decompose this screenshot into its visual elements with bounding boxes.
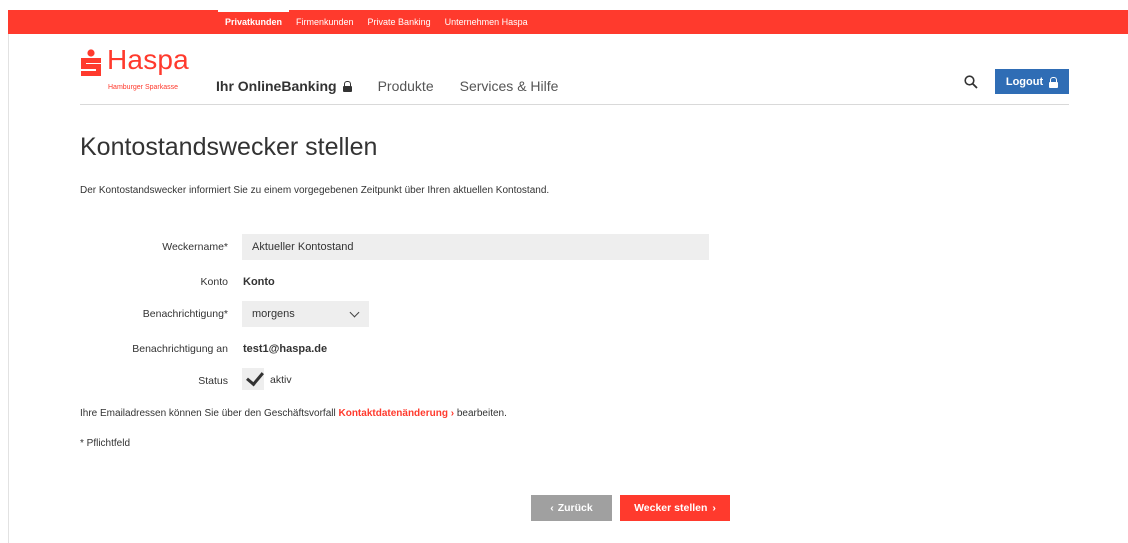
konto-value: Konto [243, 276, 275, 288]
lock-icon [1049, 76, 1059, 88]
back-button[interactable]: ‹ Zurück [531, 495, 612, 521]
page-title: Kontostandswecker stellen [80, 133, 378, 161]
info-suffix: bearbeiten. [456, 408, 507, 419]
nav-produkte[interactable]: Produkte [378, 78, 434, 94]
benachrichtigung-selected: morgens [252, 308, 295, 320]
benachrichtigung-an-value: test1@haspa.de [243, 343, 328, 355]
haspa-logo[interactable]: Haspa Hamburger Sparkasse [80, 44, 200, 97]
intro-text: Der Kontostandswecker informiert Sie zu … [80, 185, 550, 196]
chevron-left-icon: ‹ [550, 502, 554, 514]
status-label: Status [198, 375, 228, 387]
benachrichtigung-an-label: Benachrichtigung an [132, 343, 228, 355]
email-info-text: Ihre Emailadressen können Sie über den G… [80, 408, 507, 419]
nav-online-banking-label: Ihr OnlineBanking [216, 78, 337, 94]
kontaktdatenaenderung-link[interactable]: Kontaktdatenänderung › [338, 408, 454, 419]
chevron-down-icon [349, 307, 360, 318]
logo-subtitle: Hamburger Sparkasse [108, 84, 179, 91]
nav-online-banking[interactable]: Ihr OnlineBanking [216, 78, 352, 94]
search-icon[interactable] [964, 75, 978, 89]
konto-label: Konto [200, 276, 228, 288]
sparkasse-s-icon [81, 49, 101, 76]
wecker-stellen-button[interactable]: Wecker stellen › [620, 495, 730, 521]
benachrichtigung-label: Benachrichtigung* [142, 308, 228, 320]
weckername-label: Weckername* [162, 241, 228, 253]
weckername-input[interactable] [242, 234, 709, 260]
segment-unternehmen-haspa[interactable]: Unternehmen Haspa [438, 10, 535, 34]
segment-nav: Privatkunden Firmenkunden Private Bankin… [218, 10, 535, 34]
submit-label: Wecker stellen [634, 502, 708, 514]
segment-private-banking[interactable]: Private Banking [361, 10, 438, 34]
logo-wordmark: Haspa [107, 44, 189, 75]
header-divider [80, 104, 1069, 105]
logout-button[interactable]: Logout [995, 69, 1069, 94]
segment-privatkunden[interactable]: Privatkunden [218, 10, 290, 34]
checkmark-icon [246, 367, 264, 387]
required-note: * Pflichtfeld [80, 438, 131, 449]
status-checkbox-label: aktiv [270, 374, 292, 386]
logout-label: Logout [1005, 75, 1044, 88]
segment-firmenkunden[interactable]: Firmenkunden [289, 10, 361, 34]
back-label: Zurück [557, 502, 593, 514]
chevron-right-icon: › [712, 502, 716, 514]
main-nav: Ihr OnlineBanking Produkte Services & Hi… [216, 78, 558, 94]
top-bar: Privatkunden Firmenkunden Private Bankin… [8, 10, 1128, 34]
kontaktdatenaenderung-link-label: Kontaktdatenänderung [338, 408, 448, 419]
status-checkbox[interactable] [242, 367, 264, 390]
info-prefix: Ihre Emailadressen können Sie über den G… [80, 408, 336, 419]
lock-icon [342, 81, 352, 92]
nav-services-hilfe[interactable]: Services & Hilfe [460, 78, 559, 94]
benachrichtigung-select[interactable]: morgens [242, 301, 369, 327]
